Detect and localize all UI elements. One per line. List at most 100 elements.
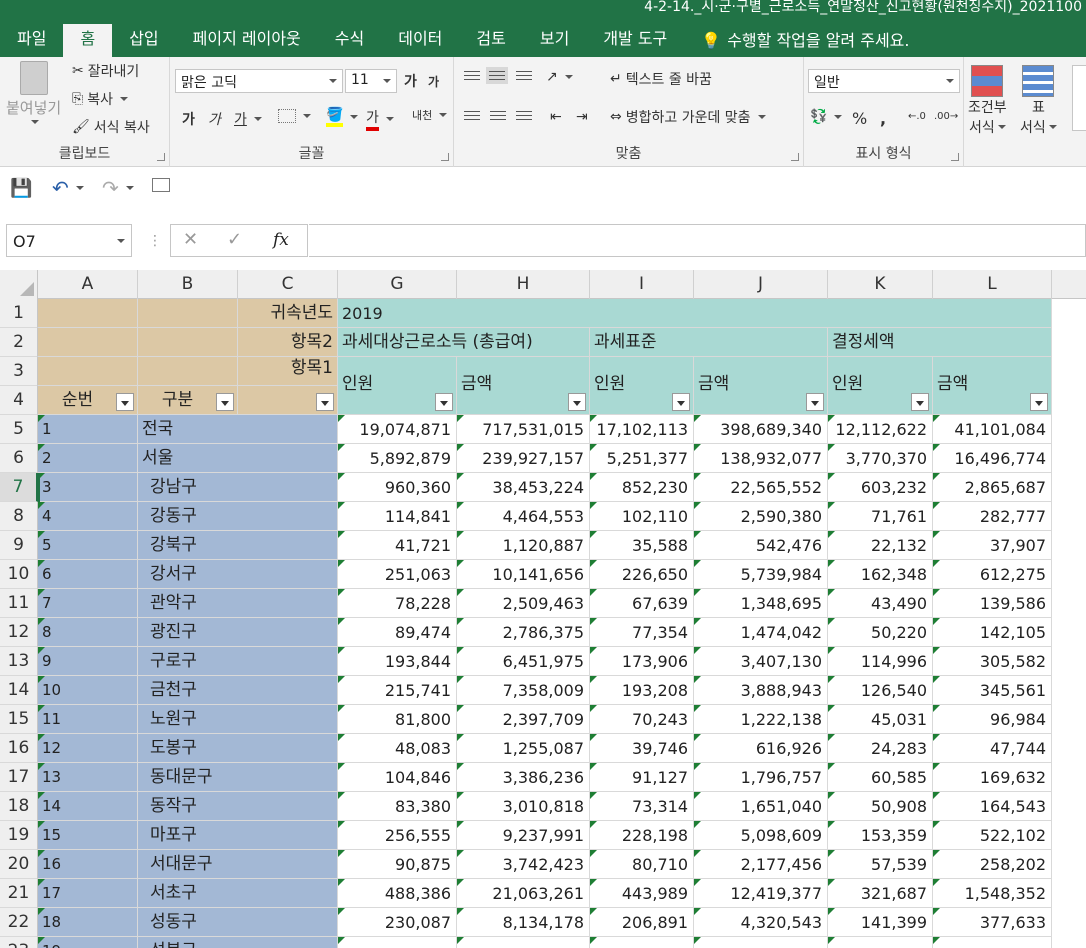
value-cell[interactable]: 603,232 — [828, 473, 933, 502]
cancel-icon[interactable]: ✕ — [183, 229, 198, 250]
value-cell[interactable]: 5,739,984 — [694, 560, 828, 589]
filter-dropdown-icon[interactable] — [216, 393, 234, 411]
value-cell[interactable]: 5,251,377 — [590, 444, 694, 473]
region-cell[interactable]: 동대문구 — [138, 763, 338, 792]
region-cell[interactable]: 노원구 — [138, 705, 338, 734]
value-cell[interactable]: 71,761 — [828, 502, 933, 531]
paste-button[interactable]: 붙여넣기 — [6, 61, 61, 124]
value-cell[interactable]: 251,063 — [338, 560, 457, 589]
row-header[interactable]: 4 — [0, 386, 38, 415]
value-cell[interactable]: 48,083 — [338, 734, 457, 763]
seq-cell[interactable]: 14 — [38, 792, 138, 821]
row-header[interactable]: 3 — [0, 357, 38, 386]
value-cell[interactable]: 1,222,138 — [694, 705, 828, 734]
value-cell[interactable]: 96,984 — [933, 705, 1052, 734]
value-cell[interactable]: 19,074,871 — [338, 415, 457, 444]
cut-button[interactable]: ✂ 잘라내기 — [72, 61, 139, 81]
value-cell[interactable]: 522,102 — [933, 821, 1052, 850]
value-cell[interactable]: 12,419,377 — [694, 879, 828, 908]
format-painter-button[interactable]: 🖌 서식 복사 — [72, 117, 150, 137]
format-as-table-button[interactable]: 표 서식 — [1020, 65, 1057, 137]
seq-cell[interactable]: 6 — [38, 560, 138, 589]
region-cell[interactable]: 광진구 — [138, 618, 338, 647]
region-cell[interactable]: 동작구 — [138, 792, 338, 821]
seq-cell[interactable]: 11 — [38, 705, 138, 734]
region-cell[interactable]: 전국 — [138, 415, 338, 444]
value-cell[interactable]: 193,208 — [590, 676, 694, 705]
value-cell[interactable]: 16,496,774 — [933, 444, 1052, 473]
confirm-icon[interactable]: ✓ — [227, 229, 242, 250]
filter-dropdown-icon[interactable] — [1030, 393, 1048, 411]
border-button[interactable] — [278, 109, 311, 123]
insert-function-icon[interactable]: fx — [273, 230, 289, 250]
value-cell[interactable] — [338, 937, 457, 948]
value-cell[interactable]: 114,996 — [828, 647, 933, 676]
value-cell[interactable]: 91,127 — [590, 763, 694, 792]
value-cell[interactable]: 3,770,370 — [828, 444, 933, 473]
value-cell[interactable]: 162,348 — [828, 560, 933, 589]
row-header[interactable]: 5 — [0, 415, 38, 444]
value-cell[interactable]: 5,098,609 — [694, 821, 828, 850]
seq-cell[interactable]: 7 — [38, 589, 138, 618]
filter-dropdown-icon[interactable] — [116, 393, 134, 411]
align-center-button[interactable] — [490, 111, 506, 120]
value-cell[interactable]: 226,650 — [590, 560, 694, 589]
underline-button[interactable]: 가 — [234, 109, 262, 129]
value-cell[interactable]: 126,540 — [828, 676, 933, 705]
shrink-font-button[interactable]: 가 — [428, 73, 439, 90]
align-left-button[interactable] — [464, 111, 480, 120]
value-cell[interactable]: 852,230 — [590, 473, 694, 502]
tab-formulas[interactable]: 수식 — [318, 24, 381, 57]
filter-dropdown-icon[interactable] — [435, 393, 453, 411]
value-cell[interactable]: 141,399 — [828, 908, 933, 937]
value-cell[interactable]: 67,639 — [590, 589, 694, 618]
region-cell[interactable]: 서울 — [138, 444, 338, 473]
seq-cell[interactable]: 18 — [38, 908, 138, 937]
value-cell[interactable]: 45,031 — [828, 705, 933, 734]
value-cell[interactable]: 5,892,879 — [338, 444, 457, 473]
value-cell[interactable]: 230,087 — [338, 908, 457, 937]
align-bottom-button[interactable] — [516, 71, 532, 80]
row-header[interactable]: 10 — [0, 560, 38, 589]
row-header[interactable]: 20 — [0, 850, 38, 879]
value-cell[interactable]: 256,555 — [338, 821, 457, 850]
region-cell[interactable]: 강서구 — [138, 560, 338, 589]
region-cell[interactable]: 서대문구 — [138, 850, 338, 879]
value-cell[interactable] — [590, 937, 694, 948]
tell-me-box[interactable]: 💡 수행할 작업을 알려 주세요. — [684, 24, 926, 57]
filter-dropdown-icon[interactable] — [806, 393, 824, 411]
value-cell[interactable]: 2,865,687 — [933, 473, 1052, 502]
row-header[interactable]: 2 — [0, 328, 38, 357]
value-cell[interactable]: 2,590,380 — [694, 502, 828, 531]
region-cell[interactable]: 성동구 — [138, 908, 338, 937]
align-top-button[interactable] — [464, 71, 480, 80]
accounting-format-button[interactable]: 💱 — [810, 109, 843, 125]
seq-cell[interactable]: 1 — [38, 415, 138, 444]
value-cell[interactable]: 22,132 — [828, 531, 933, 560]
value-cell[interactable]: 60,585 — [828, 763, 933, 792]
decrease-decimal-button[interactable]: .00→ — [934, 111, 958, 122]
seq-cell[interactable]: 13 — [38, 763, 138, 792]
value-cell[interactable]: 2,177,456 — [694, 850, 828, 879]
value-cell[interactable]: 80,710 — [590, 850, 694, 879]
column-header[interactable]: C — [238, 270, 338, 299]
tab-view[interactable]: 보기 — [523, 24, 586, 57]
value-cell[interactable]: 305,582 — [933, 647, 1052, 676]
copy-button[interactable]: ⎘ 복사 — [72, 89, 128, 109]
value-cell[interactable]: 321,687 — [828, 879, 933, 908]
region-cell[interactable]: 관악구 — [138, 589, 338, 618]
value-cell[interactable]: 77,354 — [590, 618, 694, 647]
value-cell[interactable] — [694, 937, 828, 948]
phonetic-button[interactable]: 내천 — [412, 107, 448, 123]
value-cell[interactable]: 215,741 — [338, 676, 457, 705]
seq-cell[interactable]: 9 — [38, 647, 138, 676]
decrease-indent-button[interactable]: ⇤ — [550, 109, 562, 125]
column-header[interactable]: G — [338, 270, 457, 299]
value-cell[interactable]: 4,464,553 — [457, 502, 590, 531]
value-cell[interactable]: 22,565,552 — [694, 473, 828, 502]
increase-indent-button[interactable]: ⇥ — [576, 109, 588, 125]
row-header[interactable]: 18 — [0, 792, 38, 821]
region-cell[interactable]: 강북구 — [138, 531, 338, 560]
value-cell[interactable]: 21,063,261 — [457, 879, 590, 908]
row-header[interactable]: 19 — [0, 821, 38, 850]
